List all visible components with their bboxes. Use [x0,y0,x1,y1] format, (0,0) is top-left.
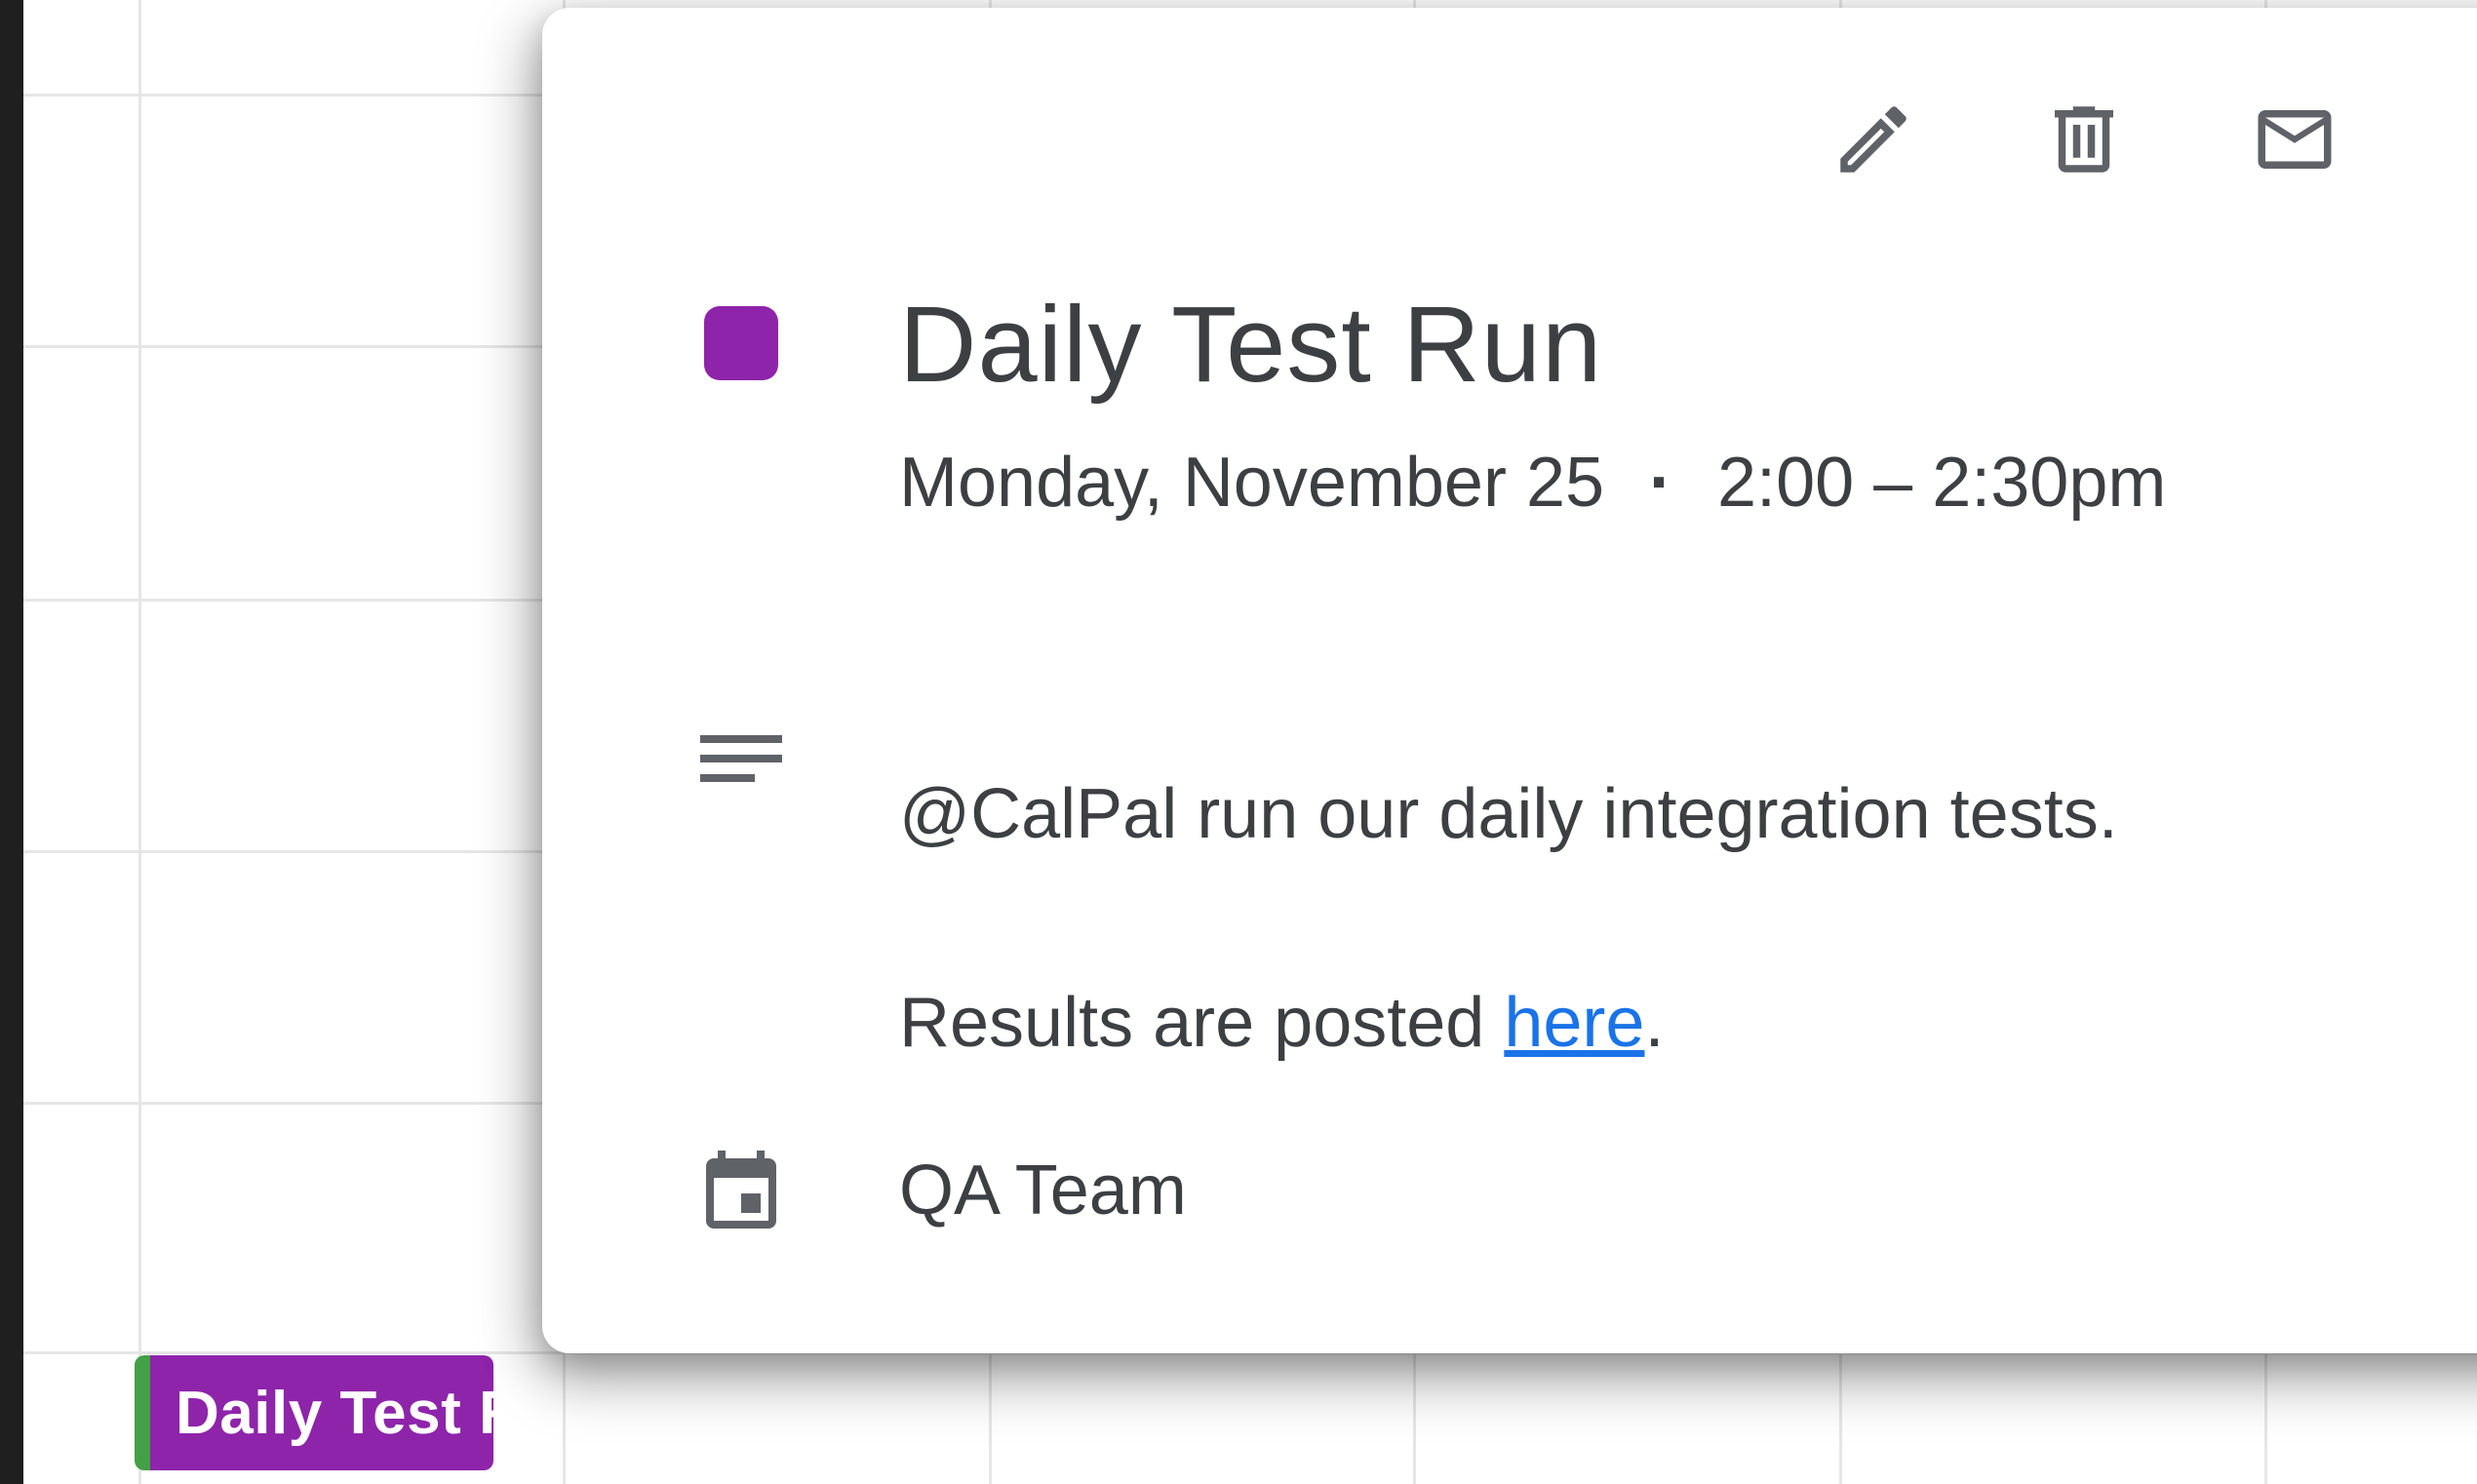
trash-icon [2055,106,2113,173]
notes-icon [700,735,782,782]
event-time: 2:00 – 2:30pm [1717,444,2167,522]
edit-event-button[interactable] [1820,86,1927,193]
event-chip-daily-test-run[interactable]: Daily Test R [135,1355,493,1470]
window-left-edge [0,0,23,1484]
event-details-popup: Daily Test Run Monday, November 25 · 2:0… [542,8,2477,1353]
calendar-stage: Daily Test R Daily Test Run Monday, Nove… [0,0,2477,1484]
calendar-icon [706,1151,776,1229]
event-date: Monday, November 25 [899,444,1605,522]
email-guests-button[interactable] [2241,86,2348,193]
datetime-separator: · [1649,444,1673,522]
event-title: Daily Test Run [899,285,1603,405]
delete-event-button[interactable] [2030,86,2138,193]
mail-icon [2258,110,2332,169]
description-text: . [1644,984,1665,1062]
description-text: Results are posted [899,984,1505,1062]
calendar-name: QA Team [899,1152,1187,1230]
results-link[interactable]: here [1504,984,1644,1062]
event-chip-label: Daily Test R [176,1379,493,1447]
event-datetime: Monday, November 25 · 2:00 – 2:30pm [899,443,2166,523]
event-color-indicator [704,306,778,380]
event-description-line: Results are posted here. [899,983,1664,1063]
grid-line [138,0,141,1484]
pencil-icon [1840,106,1907,173]
event-description-line: @CalPal run our daily integration tests. [899,775,2118,853]
